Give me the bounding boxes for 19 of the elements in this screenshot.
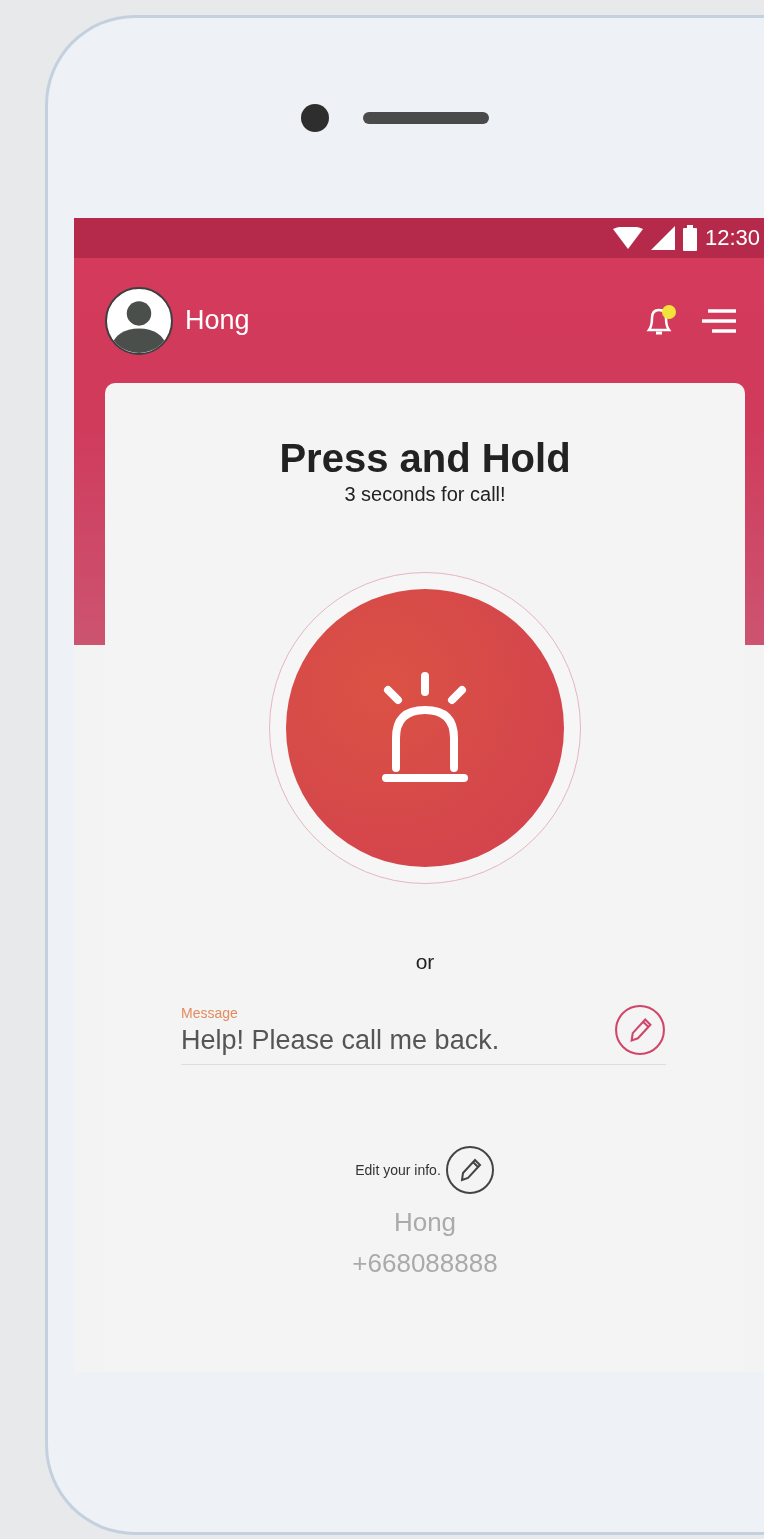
battery-icon	[682, 225, 697, 251]
signal-icon	[650, 226, 675, 250]
wifi-icon	[612, 227, 643, 249]
user-name: Hong	[185, 305, 251, 336]
bell-icon[interactable]	[644, 303, 676, 338]
camera-icon	[301, 104, 329, 132]
menu-icon[interactable]	[702, 307, 736, 334]
edit-info-label: Edit your info.	[355, 1162, 441, 1178]
message-field[interactable]: Help! Please call me back.	[181, 1025, 614, 1056]
card-title: Press and Hold	[279, 435, 571, 481]
or-separator: or	[415, 950, 435, 974]
message-label: Message	[181, 1005, 239, 1021]
status-time: 12:30	[704, 225, 760, 251]
contact-phone: +668088888	[352, 1248, 498, 1279]
speaker-icon	[363, 112, 489, 124]
edit-message-button[interactable]	[614, 1004, 666, 1056]
card-subtitle: 3 seconds for call!	[344, 483, 506, 506]
contact-name: Hong	[393, 1207, 457, 1238]
edit-info-button[interactable]	[444, 1145, 495, 1195]
